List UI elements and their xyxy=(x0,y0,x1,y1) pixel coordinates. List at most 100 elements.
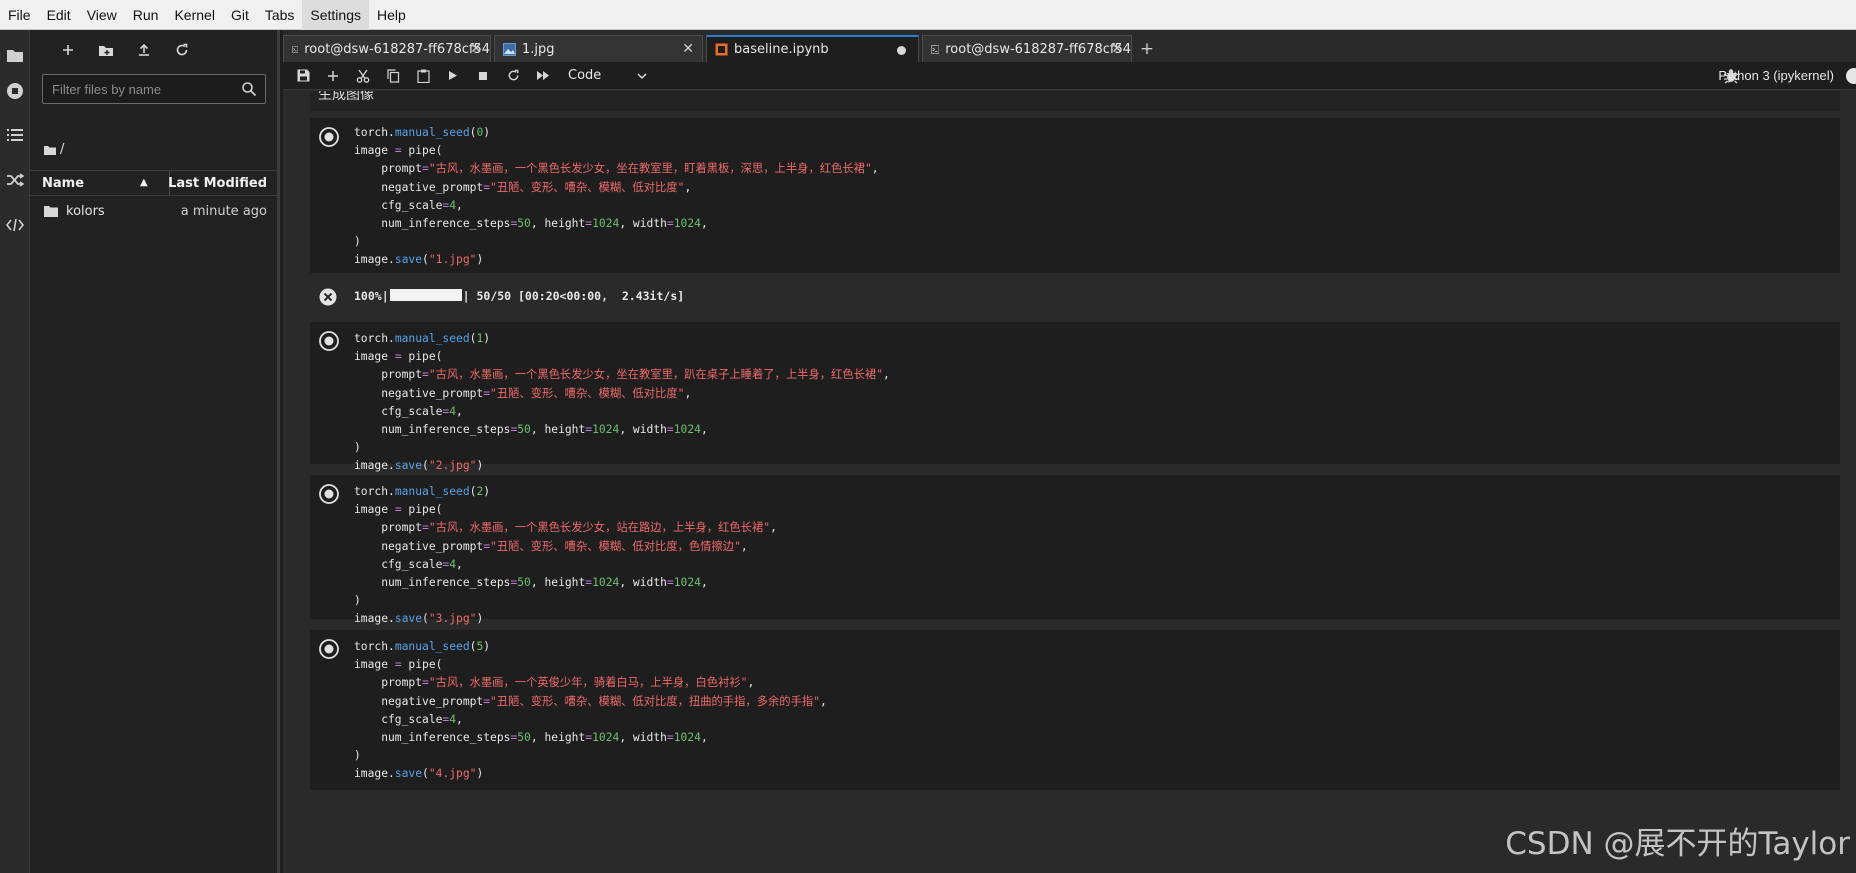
menu-run[interactable]: Run xyxy=(125,0,167,30)
menu-git[interactable]: Git xyxy=(223,0,257,30)
menu-edit[interactable]: Edit xyxy=(39,0,79,30)
tab-bar: root@dsw-618287-ff678cf54 ✕ 1.jpg ✕ base… xyxy=(283,35,1159,62)
filter-files-input[interactable] xyxy=(43,75,233,103)
copy-button[interactable] xyxy=(378,64,408,88)
tab-image[interactable]: 1.jpg ✕ xyxy=(494,35,703,62)
menubar: File Edit View Run Kernel Git Tabs Setti… xyxy=(0,0,1856,30)
tab-label: root@dsw-618287-ff678cf54 xyxy=(304,41,490,57)
file-name: kolors xyxy=(66,204,105,219)
code-editor[interactable]: torch.manual_seed(1) image = pipe( promp… xyxy=(354,330,890,476)
paste-button[interactable] xyxy=(408,64,438,88)
add-tab-button[interactable]: + xyxy=(1135,37,1159,61)
code-number: 50 xyxy=(517,731,531,745)
progress-output: 100%| | 50/50 [00:20<00:00, 2.43it/s] xyxy=(354,289,684,303)
code-text: , height xyxy=(530,217,586,231)
column-last-modified[interactable]: Last Modified xyxy=(168,176,267,191)
code-text: image xyxy=(354,144,395,158)
code-editor[interactable]: torch.manual_seed(0) image = pipe( promp… xyxy=(354,124,879,270)
menu-settings[interactable]: Settings xyxy=(302,0,369,30)
close-icon[interactable]: ✕ xyxy=(470,41,482,57)
cell-type-value: Code xyxy=(568,68,602,83)
code-function: manual_seed xyxy=(394,485,470,498)
code-text: , width xyxy=(619,423,667,437)
code-number: 50 xyxy=(517,423,531,437)
code-cell[interactable]: torch.manual_seed(5) image = pipe( promp… xyxy=(310,630,1840,790)
upload-button[interactable] xyxy=(126,35,162,65)
toc-icon[interactable] xyxy=(4,124,26,146)
code-text: negative_prompt xyxy=(354,539,484,553)
code-text: num_inference_steps xyxy=(354,217,511,231)
code-text: image. xyxy=(354,767,395,781)
code-number: 50 xyxy=(517,217,531,231)
chevron-down-icon xyxy=(637,73,647,79)
code-string: 古风，水墨画，一个黑色长发少女，坐在教室里，盯着黑板，深思，上半身，红色长裙 xyxy=(435,162,865,176)
code-text: , height xyxy=(530,576,586,590)
code-number: 1024 xyxy=(673,423,701,437)
code-text: cfg_scale xyxy=(354,198,443,212)
code-function: manual_seed xyxy=(394,640,470,653)
code-text: num_inference_steps xyxy=(354,423,511,437)
git-icon[interactable] xyxy=(4,169,26,191)
refresh-button[interactable] xyxy=(164,35,200,65)
code-string: 古风，水墨画，一个英俊少年，骑着白马，上半身，白色衬衫 xyxy=(435,676,741,690)
kernel-name[interactable]: Python 3 (ipykernel) xyxy=(1718,68,1834,83)
notebook-icon xyxy=(715,43,728,56)
folder-icon[interactable] xyxy=(4,44,26,66)
terminal-icon xyxy=(292,45,299,53)
close-icon[interactable]: ✕ xyxy=(682,41,694,57)
running-icon[interactable] xyxy=(4,80,26,102)
tab-notebook[interactable]: baseline.ipynb xyxy=(706,35,919,62)
cell-running-icon xyxy=(319,639,339,659)
run-all-button[interactable] xyxy=(528,64,558,88)
menu-file[interactable]: File xyxy=(0,0,39,30)
code-cell[interactable]: torch.manual_seed(1) image = pipe( promp… xyxy=(310,322,1840,472)
code-text: ) xyxy=(354,441,361,455)
new-folder-button[interactable] xyxy=(88,35,124,65)
cell-running-icon xyxy=(319,331,339,351)
save-button[interactable] xyxy=(288,64,318,88)
sort-ascending-icon: ▲ xyxy=(140,177,148,188)
code-cell[interactable]: torch.manual_seed(2) image = pipe( promp… xyxy=(310,475,1840,625)
menu-kernel[interactable]: Kernel xyxy=(166,0,222,30)
code-editor[interactable]: torch.manual_seed(2) image = pipe( promp… xyxy=(354,483,777,629)
menu-help[interactable]: Help xyxy=(369,0,414,30)
code-number: 4 xyxy=(449,198,457,212)
new-launcher-button[interactable] xyxy=(50,35,86,65)
tab-terminal-2[interactable]: root@dsw-618287-ff678cf54 ✕ xyxy=(922,35,1132,62)
cell-type-select[interactable]: Code xyxy=(568,68,647,83)
file-row[interactable]: kolors a minute ago xyxy=(30,200,277,224)
code-number: 2 xyxy=(476,485,484,498)
code-number: 1024 xyxy=(673,731,701,745)
interrupt-button[interactable] xyxy=(468,64,498,88)
code-text: prompt xyxy=(354,676,423,690)
cut-button[interactable] xyxy=(348,64,378,88)
close-icon[interactable]: ✕ xyxy=(1111,41,1123,57)
code-text: negative_prompt xyxy=(354,694,484,708)
markdown-cell[interactable]: 生成图像 xyxy=(310,91,1840,111)
file-browser-toolbar xyxy=(30,30,277,70)
tab-terminal-1[interactable]: root@dsw-618287-ff678cf54 ✕ xyxy=(283,35,491,62)
code-number: 1 xyxy=(476,332,484,345)
code-text: image. xyxy=(354,253,395,267)
run-button[interactable] xyxy=(438,64,468,88)
code-string: 古风，水墨画，一个黑色长发少女，坐在教室里，趴在桌子上睡着了，上半身，红色长裙 xyxy=(435,368,877,382)
unsaved-indicator[interactable] xyxy=(897,46,906,55)
restart-icon xyxy=(508,69,518,81)
column-name[interactable]: Name xyxy=(42,176,84,191)
code-cell[interactable]: torch.manual_seed(0) image = pipe( promp… xyxy=(310,118,1840,273)
code-text: image xyxy=(354,350,395,364)
code-editor[interactable]: torch.manual_seed(5) image = pipe( promp… xyxy=(354,638,827,784)
code-text: prompt xyxy=(354,162,423,176)
main-area: root@dsw-618287-ff678cf54 ✕ 1.jpg ✕ base… xyxy=(283,30,1856,873)
code-text: num_inference_steps xyxy=(354,731,511,745)
code-text: , width xyxy=(619,731,667,745)
extension-icon[interactable] xyxy=(4,214,26,236)
insert-cell-button[interactable] xyxy=(318,64,348,88)
restart-button[interactable] xyxy=(498,64,528,88)
code-number: 0 xyxy=(476,126,484,139)
breadcrumb-root[interactable]: / xyxy=(60,142,64,157)
filter-files xyxy=(42,74,266,104)
menu-tabs[interactable]: Tabs xyxy=(257,0,303,30)
breadcrumb[interactable]: / xyxy=(44,142,64,157)
menu-view[interactable]: View xyxy=(79,0,125,30)
